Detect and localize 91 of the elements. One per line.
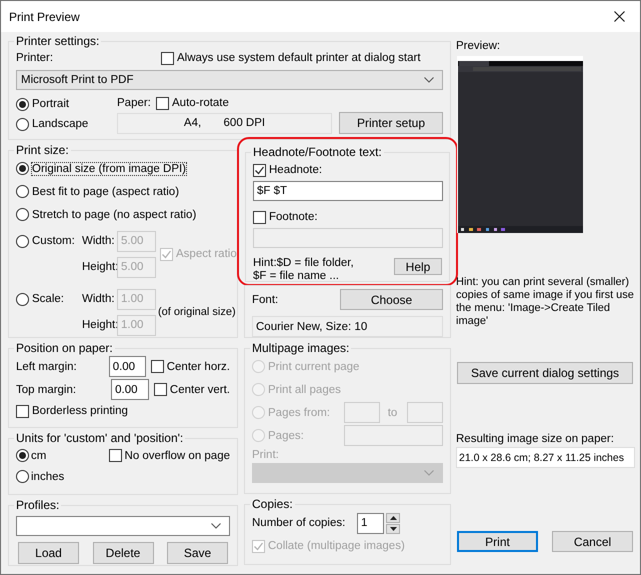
radio-label: Pages: [268,430,305,442]
radio-button[interactable] [16,162,29,175]
checkbox-label: Center vert. [170,384,230,396]
left-margin-label: Left margin: [16,360,78,372]
radio-label: Landscape [32,118,88,130]
print-button[interactable]: Print [457,531,538,552]
profile-button[interactable]: Load [18,542,79,564]
radio-label: Pages from: [268,406,331,418]
radio-button[interactable] [16,449,29,462]
window-title: Print Preview [9,10,80,24]
checkbox[interactable] [253,164,266,176]
checkbox[interactable] [161,52,174,64]
width-label: Width: [82,293,116,305]
top-margin-field[interactable]: 0.00 [111,379,149,400]
footnote-field[interactable] [253,228,443,248]
font-field: Courier New, Size: 10 [252,316,443,337]
choose-button[interactable]: Choose [340,289,443,310]
spin-down-button[interactable] [386,524,400,534]
profile-button[interactable]: Delete [92,542,154,564]
close-icon[interactable] [614,11,625,22]
group-title: Profiles: [15,498,60,512]
down-arrow-icon [390,526,396,530]
radio-label: Portrait [32,98,70,110]
checkbox-label: Always use system default printer at dialog start [177,52,421,64]
checkbox[interactable] [154,383,167,396]
radio-label: Print all pages [268,384,342,396]
height-label: Height: [82,319,117,331]
radio-label: Best fit to page (aspect ratio) [32,186,180,198]
font-label: Font: [252,294,278,306]
paper-info-field: A4, 600 DPI [117,112,332,134]
checkbox-label: Footnote: [269,211,318,223]
checkbox-label: Center horz. [166,360,230,372]
hint-text: Hint: you can print several (smaller) copies of same image if you first use the menu: 'Image->Create Tiled image' [456,276,635,328]
left-margin-field[interactable]: 0.00 [108,356,146,377]
group-title: Multipage images: [251,341,350,355]
checkbox-label: No overflow on page [124,450,230,462]
copies-label: Number of copies: [252,517,346,529]
radio-button[interactable] [16,208,29,221]
group-title: Print size: [15,143,70,157]
paper-label: Paper: [117,97,152,109]
chevron-icon [424,77,434,83]
group-title: Position on paper: [15,341,114,355]
preview-label: Preview: [456,40,502,54]
top-margin-label: Top margin: [16,384,78,396]
cancel-button[interactable]: Cancel [552,531,633,552]
hint-text: Hint:$D = file folder, $F = file name ... [253,257,354,283]
chevron-icon [424,470,434,476]
up-arrow-icon [390,516,396,520]
height-label: Height: [82,261,117,273]
profile-dropdown[interactable] [16,516,230,536]
group-title: Headnote/Footnote text: [252,145,383,159]
checkbox-label: Collate (multipage images) [268,540,405,552]
checkbox[interactable] [253,210,266,224]
width-label: Width: [82,235,116,247]
radio-label: Scale: [32,293,64,305]
group-title: Printer settings: [15,34,100,48]
result-label: Resulting image size on paper: [456,433,615,445]
result-field: 21.0 x 28.6 cm; 8.27 x 11.25 inches [456,447,635,468]
radio-button[interactable] [16,185,29,198]
checkbox-label: Aspect ratio [176,248,237,260]
radio-label: cm [31,450,46,462]
help-button[interactable]: Help [394,258,442,275]
to-label: to [386,406,398,418]
radio-label: Original size (from image DPI) [32,162,186,174]
print-label: Print: [252,449,280,461]
checkbox[interactable] [108,449,122,462]
copies-field[interactable]: 1 [357,512,384,534]
radio-label: inches [31,470,64,482]
printer-setup-button[interactable]: Printer setup [339,112,443,134]
checkbox[interactable] [150,360,164,373]
radio-button[interactable] [16,98,29,110]
profile-button[interactable]: Save [167,542,228,564]
scale-note: (of original size) [158,306,236,318]
checkbox-label: Borderless printing [32,405,128,417]
radio-label: Print current page [268,360,360,372]
printer-dropdown[interactable]: Microsoft Print to PDF [16,70,443,90]
checkbox[interactable] [156,96,169,110]
group-title: Copies: [251,497,294,511]
save-settings-button[interactable]: Save current dialog settings [457,362,633,384]
radio-button[interactable] [16,118,29,130]
checkbox-label: Headnote: [269,164,322,176]
checkbox[interactable] [16,404,29,418]
radio-label: Stretch to page (no aspect ratio) [32,208,196,220]
radio-label: Custom: [32,235,75,247]
group-title: Units for 'custom' and 'position': [15,431,184,445]
checkbox-label: Auto-rotate [172,97,229,109]
spin-up-button[interactable] [386,512,400,522]
headnote-field[interactable]: $F $T [253,181,443,201]
radio-button[interactable] [16,470,29,483]
chevron-icon [211,523,221,529]
printer-label: Printer: [16,52,54,64]
